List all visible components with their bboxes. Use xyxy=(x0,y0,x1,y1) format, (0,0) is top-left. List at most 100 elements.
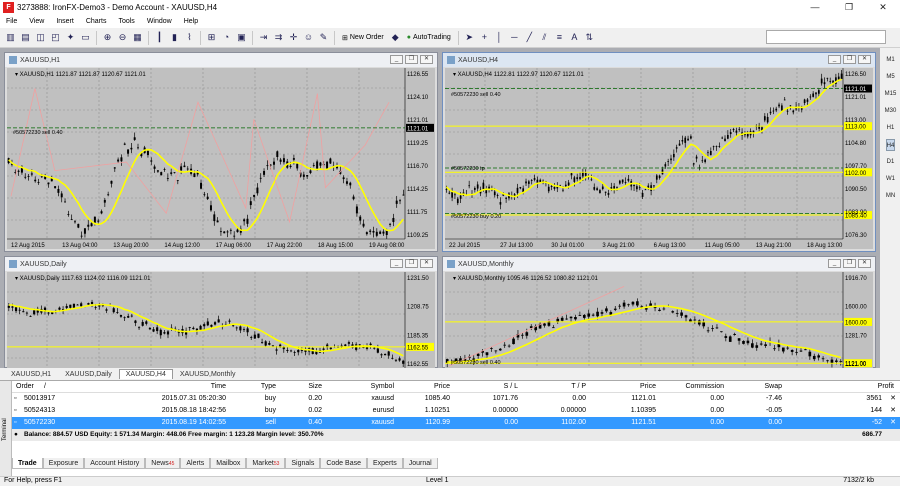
chart-minimize-button[interactable]: _ xyxy=(828,55,841,64)
chart-restore-button[interactable]: ❐ xyxy=(843,55,856,64)
line-chart-icon[interactable]: ⌇ xyxy=(183,31,196,44)
crosshair-tool-icon[interactable]: + xyxy=(478,31,491,44)
menu-file[interactable]: File xyxy=(0,18,23,25)
tab-code-base[interactable]: Code Base xyxy=(320,458,367,469)
chart-window-h1[interactable]: XAUUSD,H1 _ ❐ ✕ 1121.01 1126.55 1124.10 112… xyxy=(4,52,438,252)
cursor-icon[interactable]: ➤ xyxy=(463,31,476,44)
menu-charts[interactable]: Charts xyxy=(80,18,113,25)
tile-windows-icon[interactable]: ▦ xyxy=(131,31,144,44)
experts-icon[interactable]: ☺ xyxy=(302,31,315,44)
col-price[interactable]: Price xyxy=(434,381,450,393)
tab-alerts[interactable]: Alerts xyxy=(180,458,211,469)
timeframe-h4[interactable]: H4 xyxy=(885,139,896,151)
menu-view[interactable]: View xyxy=(23,18,50,25)
chart-restore-button[interactable]: ❐ xyxy=(843,259,856,268)
close-order-icon[interactable]: ✕ xyxy=(890,393,896,405)
timeframe-m15[interactable]: M15 xyxy=(885,88,897,100)
auto-scroll-icon[interactable]: ⇉ xyxy=(272,31,285,44)
tab-chart-monthly[interactable]: XAUUSD,Monthly xyxy=(173,369,243,379)
chart-canvas[interactable]: 1121.01 1126.55 1124.10 1121.01 1119.25 1116.… xyxy=(7,68,435,249)
col-commission[interactable]: Commission xyxy=(685,381,724,393)
scripts-icon[interactable]: ✎ xyxy=(317,31,330,44)
templates-icon[interactable]: ▣ xyxy=(235,31,248,44)
timeframe-h1[interactable]: H1 xyxy=(887,122,895,134)
metaeditor-icon[interactable]: ◆ xyxy=(389,31,402,44)
table-row[interactable]: ▫ 50524313 2015.08.18 18:42:56 buy 0.02 … xyxy=(12,405,900,417)
chart-close-button[interactable]: ✕ xyxy=(420,55,433,64)
periods-icon[interactable]: ◔ xyxy=(220,31,233,44)
close-order-icon[interactable]: ✕ xyxy=(890,417,896,429)
menu-insert[interactable]: Insert xyxy=(50,18,80,25)
terminal-icon[interactable]: ▭ xyxy=(79,31,92,44)
arrows-icon[interactable]: ⇅ xyxy=(583,31,596,44)
tab-journal[interactable]: Journal xyxy=(402,458,438,469)
chart-restore-button[interactable]: ❐ xyxy=(405,259,418,268)
tab-market[interactable]: Market53 xyxy=(246,458,286,469)
new-chart-icon[interactable]: ▥ xyxy=(4,31,17,44)
col-profit[interactable]: Profit xyxy=(878,381,894,393)
col-current-price[interactable]: Price xyxy=(640,381,656,393)
chart-close-button[interactable]: ✕ xyxy=(858,259,871,268)
tab-news[interactable]: News45 xyxy=(145,458,181,469)
candlestick-icon[interactable]: ▮ xyxy=(168,31,181,44)
price-chart[interactable]: 1162.55 1231.50 1208.75 1185.35 1162.55 ▾ XAU… xyxy=(7,272,435,368)
trendline-icon[interactable]: ╱ xyxy=(523,31,536,44)
tab-experts[interactable]: Experts xyxy=(366,458,403,469)
chart-window-monthly[interactable]: XAUUSD,Monthly _ ❐ ✕ 1600.00 1121.00 1916.… xyxy=(442,256,876,368)
col-order[interactable]: Order xyxy=(16,381,34,393)
minimize-button[interactable]: — xyxy=(798,0,832,15)
close-button[interactable]: ✕ xyxy=(866,0,900,15)
tab-account-history[interactable]: Account History xyxy=(84,458,146,469)
chart-restore-button[interactable]: ❐ xyxy=(405,55,418,64)
chart-minimize-button[interactable]: _ xyxy=(390,259,403,268)
chart-shift-icon[interactable]: ⇥ xyxy=(257,31,270,44)
table-row[interactable]: ▫ 50013917 2015.07.31 05:20:30 buy 0.20 … xyxy=(12,393,900,405)
market-watch-icon[interactable]: ◫ xyxy=(34,31,47,44)
tab-signals[interactable]: Signals xyxy=(285,458,321,469)
chart-window-daily[interactable]: XAUUSD,Daily _ ❐ ✕ 1162.55 1231.50 1208.75… xyxy=(4,256,438,368)
chart-canvas[interactable]: 1162.551231.501208.751185.351162.55▾ XAU… xyxy=(7,272,435,368)
indicators-icon[interactable]: ⊞ xyxy=(205,31,218,44)
chart-minimize-button[interactable]: _ xyxy=(390,55,403,64)
zoom-in-icon[interactable]: ⊕ xyxy=(101,31,114,44)
text-tool-icon[interactable]: A xyxy=(568,31,581,44)
col-time[interactable]: Time xyxy=(211,381,226,393)
price-chart[interactable]: 1600.00 1121.00 1916.70 1600.00 1281.70 1121.… xyxy=(445,272,873,368)
profiles-icon[interactable]: ▤ xyxy=(19,31,32,44)
price-chart[interactable]: 1121.01 1126.55 1124.10 1121.01 1119.25 1116.… xyxy=(7,68,435,249)
navigator-icon[interactable]: ✦ xyxy=(64,31,77,44)
timeframe-m30[interactable]: M30 xyxy=(885,105,897,117)
tab-exposure[interactable]: Exposure xyxy=(42,458,85,469)
tab-chart-h4[interactable]: XAUUSD,H4 xyxy=(118,369,173,379)
timeframe-w1[interactable]: W1 xyxy=(886,173,895,185)
price-chart[interactable]: 1121.01 1113.00 1102.00 1085.40 1126.50 1121.… xyxy=(445,68,873,249)
chart-canvas[interactable]: 1121.011113.001102.001085.401126.501121.… xyxy=(445,68,873,249)
bar-chart-icon[interactable]: ┃ xyxy=(153,31,166,44)
close-order-icon[interactable]: ✕ xyxy=(890,405,896,417)
fibonacci-icon[interactable]: ≡ xyxy=(553,31,566,44)
timeframe-m5[interactable]: M5 xyxy=(886,71,894,83)
menu-tools[interactable]: Tools xyxy=(112,18,140,25)
menu-help[interactable]: Help xyxy=(178,18,204,25)
chart-canvas[interactable]: 1600.001121.001916.701600.001281.701121.… xyxy=(445,272,873,368)
chart-window-h4[interactable]: XAUUSD,H4 _ ❐ ✕ 1121.01 1113.00 1102.00 108… xyxy=(442,52,876,252)
tab-chart-h1[interactable]: XAUUSD,H1 xyxy=(4,369,58,379)
crosshair-icon[interactable]: ✛ xyxy=(287,31,300,44)
chart-close-button[interactable]: ✕ xyxy=(420,259,433,268)
zoom-out-icon[interactable]: ⊖ xyxy=(116,31,129,44)
chart-minimize-button[interactable]: _ xyxy=(828,259,841,268)
timeframe-d1[interactable]: D1 xyxy=(887,156,895,168)
tab-trade[interactable]: Trade xyxy=(12,458,43,469)
col-size[interactable]: Size xyxy=(308,381,322,393)
col-symbol[interactable]: Symbol xyxy=(371,381,394,393)
search-input[interactable] xyxy=(766,30,886,44)
timeframe-m1[interactable]: M1 xyxy=(886,54,894,66)
col-sl[interactable]: S / L xyxy=(504,381,518,393)
col-type[interactable]: Type xyxy=(261,381,276,393)
horizontal-line-icon[interactable]: ─ xyxy=(508,31,521,44)
terminal-side-bar[interactable]: Terminal xyxy=(0,381,12,477)
col-swap[interactable]: Swap xyxy=(764,381,782,393)
tab-mailbox[interactable]: Mailbox xyxy=(210,458,247,469)
channel-icon[interactable]: ⫽ xyxy=(538,31,551,44)
vertical-line-icon[interactable]: │ xyxy=(493,31,506,44)
